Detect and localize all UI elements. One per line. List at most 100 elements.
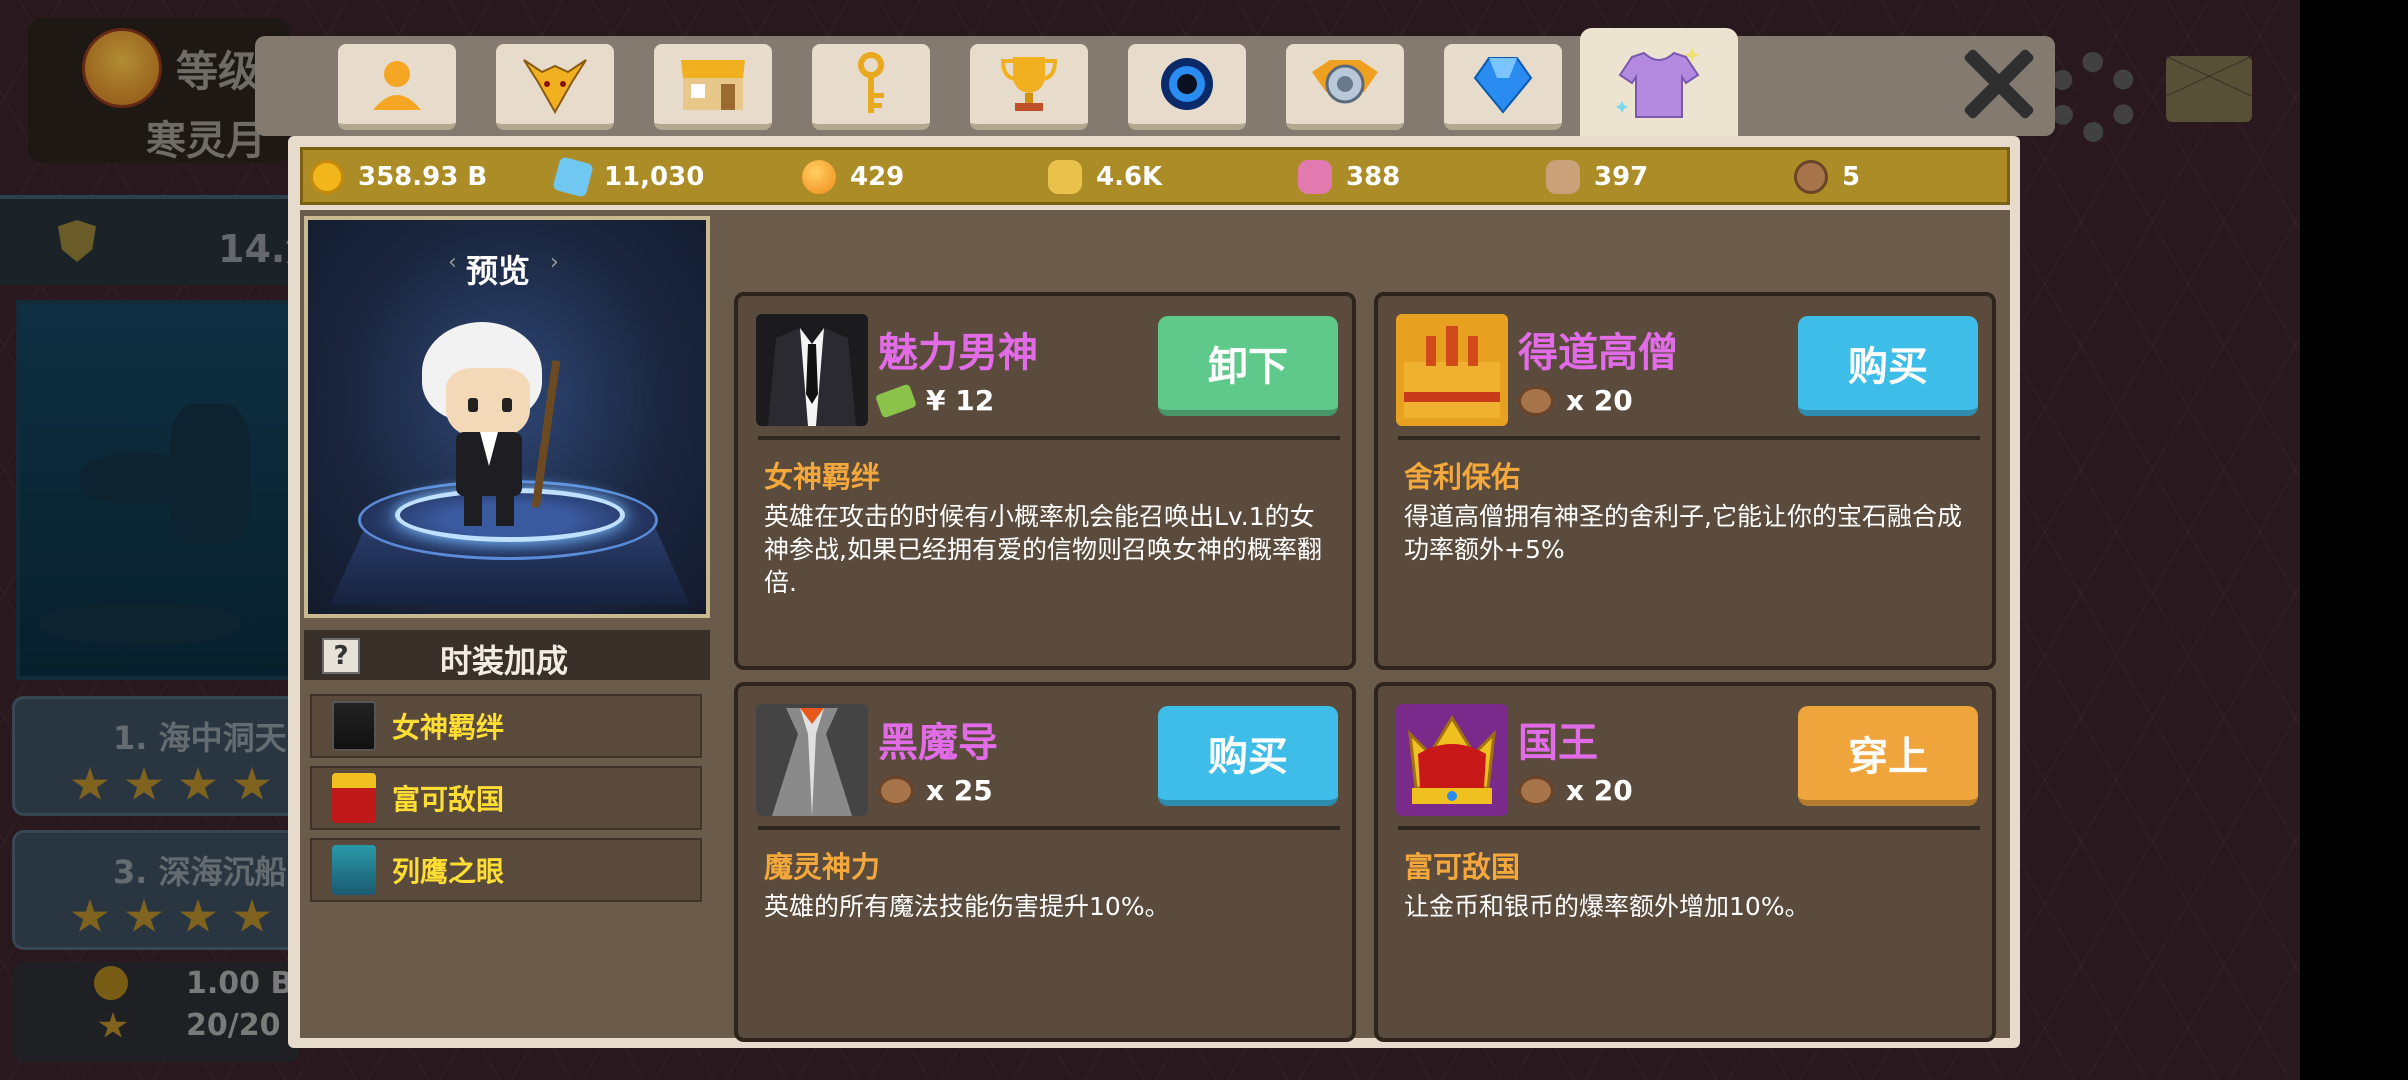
character-leg	[464, 492, 482, 526]
tab-costume[interactable]	[1580, 28, 1738, 138]
costume-skill-name: 女神羁绊	[764, 460, 881, 494]
costume-card[interactable]: 黑魔导 x 25 购买 魔灵神力 英雄的所有魔法技能伤害提升10%。	[734, 682, 1356, 1042]
bonus-row-label: 列鹰之眼	[392, 855, 505, 888]
tab-trophy[interactable]	[970, 44, 1088, 130]
pink-dragon-icon	[1298, 160, 1332, 194]
tab-gem[interactable]	[1444, 44, 1562, 130]
tab-orb[interactable]	[1128, 44, 1246, 130]
costume-card[interactable]: 国王 x 20 穿上 富可敌国 让金币和银币的爆率额外增加10%。	[1374, 682, 1996, 1042]
costume-price: x 25	[878, 774, 993, 807]
tab-armor[interactable]	[1286, 44, 1404, 130]
suit-icon	[756, 314, 868, 426]
costume-skill-name: 舍利保佑	[1404, 460, 1521, 494]
bonus-row[interactable]: 列鹰之眼	[310, 838, 702, 902]
currency-value: 11,030	[604, 162, 705, 192]
price-value: x 20	[1566, 384, 1633, 417]
divider	[758, 436, 1340, 440]
currency-fire-orb: 429	[802, 160, 904, 194]
preview-prev-arrow[interactable]: ‹	[448, 250, 457, 275]
gem-icon	[1473, 57, 1533, 114]
currency-value: 5	[1842, 162, 1861, 192]
character-eye	[468, 398, 478, 412]
costume-bonus-title: 时装加成	[440, 642, 569, 680]
costume-name: 黑魔导	[878, 720, 998, 766]
equip-button[interactable]: 穿上	[1798, 706, 1978, 806]
currency-pet: 397	[1546, 160, 1648, 194]
preview-title: 预览	[466, 252, 531, 290]
monkey-coin-icon	[1518, 775, 1554, 806]
costume-bonus-panel	[300, 626, 710, 1036]
help-button[interactable]: ?	[322, 638, 360, 674]
bonus-row-label: 女神羁绊	[392, 711, 505, 744]
crown-icon	[332, 773, 376, 823]
gold-coin-icon	[310, 160, 344, 194]
suit-icon	[332, 701, 376, 751]
costume-price: ¥ 12	[874, 383, 995, 418]
divider	[1398, 826, 1980, 830]
character-eye	[502, 398, 512, 412]
pet-icon	[1546, 160, 1580, 194]
eagle-robe-icon	[332, 845, 376, 895]
hero-icon	[373, 61, 421, 110]
close-button[interactable]	[1958, 44, 2038, 124]
costume-skill-desc: 让金币和银币的爆率额外增加10%。	[1404, 892, 1810, 921]
currency-fairy: 4.6K	[1048, 160, 1162, 194]
currency-value: 4.6K	[1096, 162, 1163, 192]
armor-icon	[1312, 60, 1378, 104]
monkey-coin-icon	[1518, 385, 1554, 416]
tab-shop[interactable]	[654, 44, 772, 130]
diamond-icon	[552, 156, 594, 198]
currency-value: 388	[1346, 162, 1401, 192]
costume-card[interactable]: 得道高僧 x 20 购买 舍利保佑 得道高僧拥有神圣的舍利子,它能让你的宝石融合…	[1374, 292, 1996, 670]
currency-value: 397	[1594, 162, 1649, 192]
currency-diamond: 11,030	[552, 156, 705, 198]
price-value: x 25	[926, 774, 993, 807]
tab-dragon[interactable]	[496, 44, 614, 130]
orb-icon	[1161, 58, 1213, 110]
currency-value: 358.93 B	[358, 162, 488, 192]
cash-icon	[874, 383, 918, 418]
buy-button[interactable]: 购买	[1798, 316, 1978, 416]
shop-icon	[681, 60, 745, 110]
character-leg	[496, 492, 514, 526]
fairy-icon	[1048, 160, 1082, 194]
price-value: ¥ 12	[926, 384, 995, 417]
monk-robe-icon	[1396, 314, 1508, 426]
bonus-row[interactable]: 女神羁绊	[310, 694, 702, 758]
tab-key[interactable]	[812, 44, 930, 130]
currency-monkey-coin: 5	[1794, 160, 1860, 194]
preview-next-arrow[interactable]: ›	[550, 250, 559, 275]
bonus-row-label: 富可敌国	[392, 783, 505, 816]
dark-mage-robe-icon	[756, 704, 868, 816]
key-icon	[858, 52, 884, 113]
screen-edge	[2300, 0, 2408, 1080]
crown-icon	[1396, 704, 1508, 816]
costume-card[interactable]: 魅力男神 ¥ 12 卸下 女神羁绊 英雄在攻击的时候有小概率机会能召唤出Lv.1…	[734, 292, 1356, 670]
divider	[758, 826, 1340, 830]
divider	[1398, 436, 1980, 440]
currency-pink-dragon: 388	[1298, 160, 1400, 194]
costume-skill-desc: 英雄的所有魔法技能伤害提升10%。	[764, 892, 1170, 921]
monkey-coin-icon	[1794, 160, 1828, 194]
price-value: x 20	[1566, 774, 1633, 807]
costume-name: 国王	[1518, 720, 1598, 766]
costume-skill-desc: 得道高僧拥有神圣的舍利子,它能让你的宝石融合成功率额外+5%	[1404, 502, 1962, 564]
tab-hero[interactable]	[338, 44, 456, 130]
trophy-icon	[1000, 57, 1058, 111]
costume-icon	[1616, 47, 1700, 118]
costume-skill-name: 富可敌国	[1404, 850, 1521, 884]
buy-button[interactable]: 购买	[1158, 706, 1338, 806]
costume-name: 得道高僧	[1518, 330, 1678, 376]
unequip-button[interactable]: 卸下	[1158, 316, 1338, 416]
currency-gold: 358.93 B	[310, 160, 487, 194]
costume-skill-desc: 英雄在攻击的时候有小概率机会能召唤出Lv.1的女神参战,如果已经拥有爱的信物则召…	[764, 502, 1322, 597]
dragon-head-icon	[523, 59, 587, 115]
costume-skill-name: 魔灵神力	[764, 850, 881, 884]
costume-price: x 20	[1518, 384, 1633, 417]
bonus-row[interactable]: 富可敌国	[310, 766, 702, 830]
fire-orb-icon	[802, 160, 836, 194]
costume-name: 魅力男神	[878, 330, 1038, 376]
character-face	[446, 368, 530, 438]
currency-value: 429	[850, 162, 905, 192]
monkey-coin-icon	[878, 775, 914, 806]
